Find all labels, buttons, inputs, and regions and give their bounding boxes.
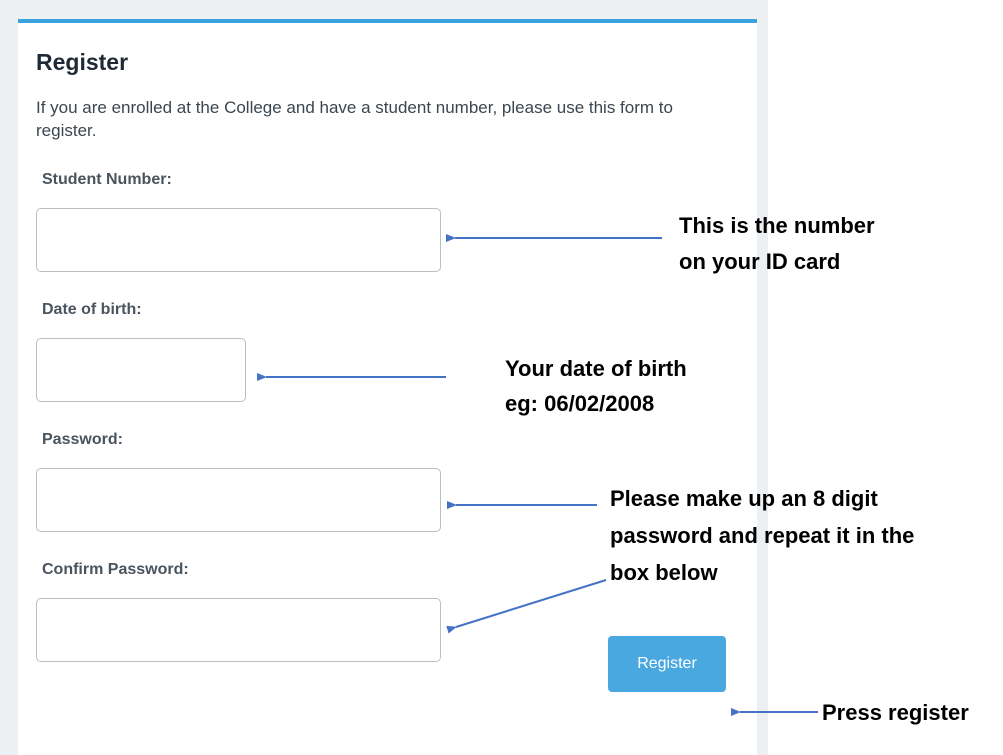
password-label: Password: <box>42 431 123 448</box>
dob-input[interactable] <box>36 338 246 402</box>
confirm-password-input[interactable] <box>36 598 441 662</box>
annotation-dob-line2: eg: 06/02/2008 <box>505 391 655 416</box>
confirm-password-label: Confirm Password: <box>42 561 189 578</box>
annotation-student-number-line2: on your ID card <box>679 249 841 274</box>
intro-text: If you are enrolled at the College and h… <box>36 98 673 140</box>
annotation-password-line3: box below <box>610 560 718 585</box>
annotation-password-line1: Please make up an 8 digit <box>610 486 878 511</box>
annotation-dob-line1: Your date of birth <box>505 356 687 381</box>
student-number-label: Student Number: <box>42 171 172 188</box>
dob-label: Date of birth: <box>42 301 142 318</box>
student-number-input[interactable] <box>36 208 441 272</box>
annotation-password-line2: password and repeat it in the <box>610 523 915 548</box>
register-button[interactable]: Register <box>608 636 726 692</box>
register-card: Register If you are enrolled at the Coll… <box>18 19 757 755</box>
page-title: Register <box>36 49 129 75</box>
password-input[interactable] <box>36 468 441 532</box>
annotation-student-number-line1: This is the number <box>679 213 875 238</box>
annotation-register: Press register <box>822 700 969 725</box>
